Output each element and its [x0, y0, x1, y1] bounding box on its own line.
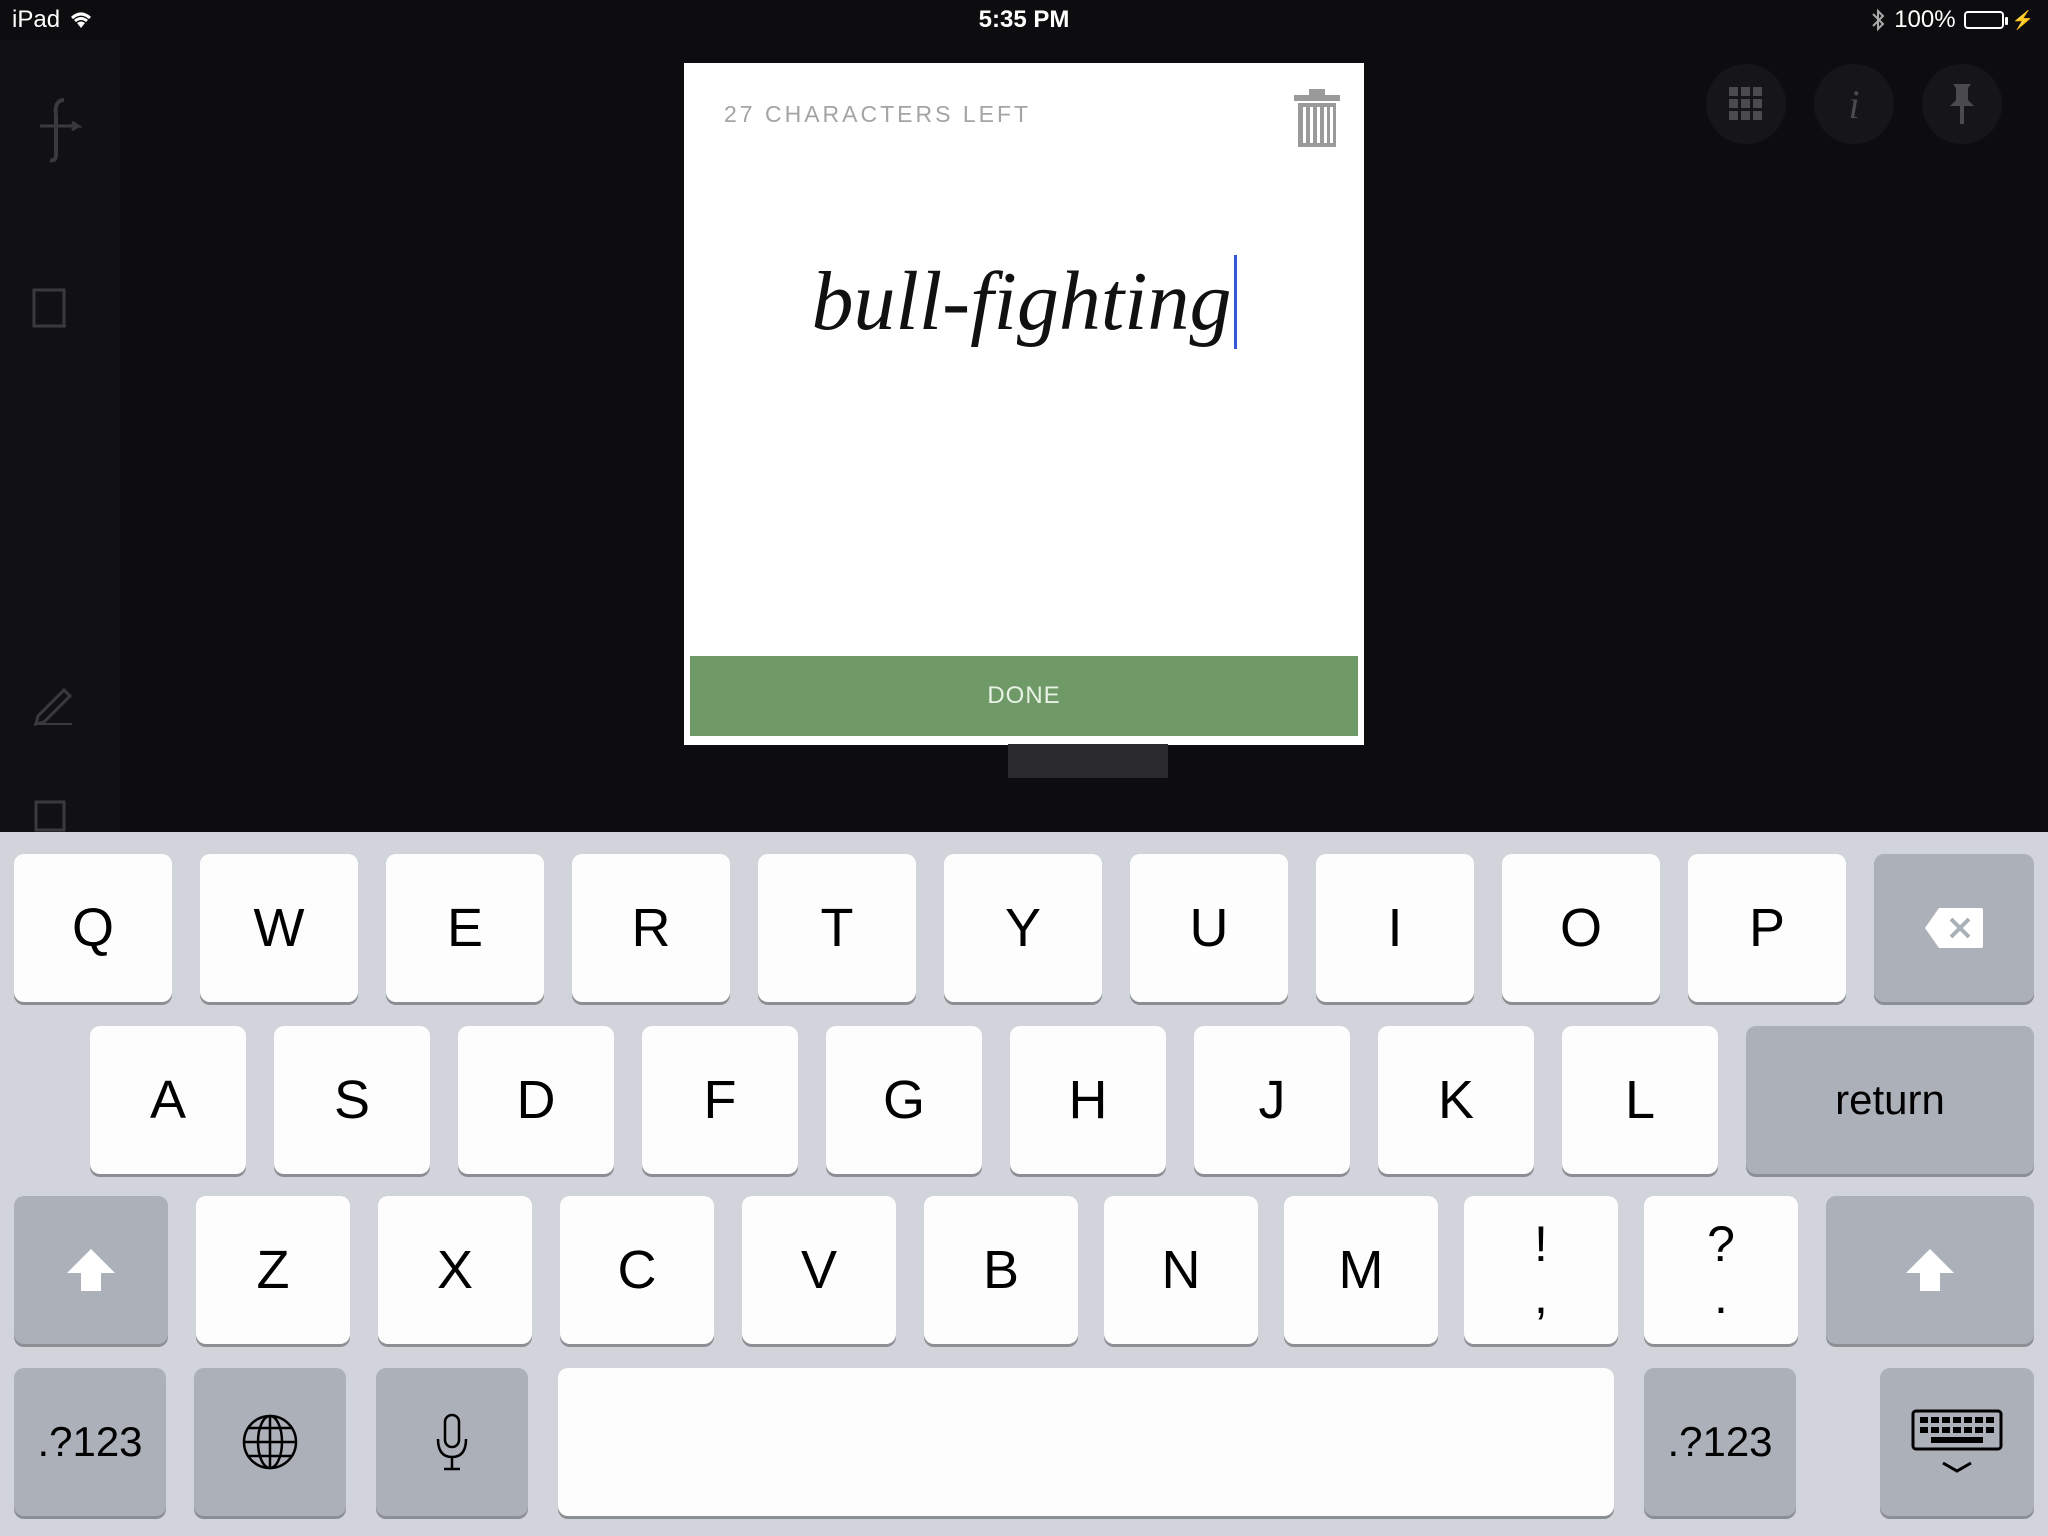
key-x[interactable]: X: [378, 1196, 532, 1344]
key-b[interactable]: B: [924, 1196, 1078, 1344]
numbers-key-left[interactable]: .?123: [14, 1368, 166, 1516]
key-s[interactable]: S: [274, 1026, 430, 1174]
microphone-key[interactable]: [376, 1368, 528, 1516]
key-o[interactable]: O: [1502, 854, 1660, 1002]
info-button[interactable]: i: [1814, 64, 1894, 144]
hide-keyboard-icon: [1911, 1407, 2003, 1477]
backspace-icon: [1923, 906, 1985, 950]
hide-keyboard-key[interactable]: [1880, 1368, 2034, 1516]
return-key[interactable]: return: [1746, 1026, 2034, 1174]
key-h[interactable]: H: [1010, 1026, 1166, 1174]
card-text-input[interactable]: bull-fighting: [684, 253, 1364, 350]
book-icon[interactable]: [30, 286, 90, 346]
key-question-period[interactable]: ? .: [1644, 1196, 1798, 1344]
done-button[interactable]: DONE: [690, 656, 1358, 736]
key-f[interactable]: F: [642, 1026, 798, 1174]
key-question-label: ?: [1707, 1216, 1735, 1272]
key-k[interactable]: K: [1378, 1026, 1534, 1174]
battery-percent: 100%: [1894, 6, 1956, 33]
card-tab: [1008, 744, 1168, 778]
backspace-key[interactable]: [1874, 854, 2034, 1002]
bluetooth-icon: [1870, 8, 1886, 32]
globe-icon: [241, 1413, 299, 1471]
battery-icon: [1963, 11, 2008, 29]
key-g[interactable]: G: [826, 1026, 982, 1174]
key-l[interactable]: L: [1562, 1026, 1718, 1174]
pin-button[interactable]: [1922, 64, 2002, 144]
info-icon: i: [1848, 81, 1860, 127]
pinned-cards-icon[interactable]: [30, 792, 90, 832]
key-exclaim-label: !: [1534, 1216, 1548, 1272]
key-period-label: .: [1714, 1268, 1728, 1324]
card-text: bull-fighting: [811, 255, 1232, 348]
pencil-icon[interactable]: [30, 680, 90, 740]
key-v[interactable]: V: [742, 1196, 896, 1344]
shift-key-left[interactable]: [14, 1196, 168, 1344]
key-i[interactable]: I: [1316, 854, 1474, 1002]
key-t[interactable]: T: [758, 854, 916, 1002]
charging-icon: ⚡: [2011, 9, 2034, 30]
flash-card: 27 CHARACTERS LEFT bull-fighting DONE: [684, 63, 1364, 745]
key-n[interactable]: N: [1104, 1196, 1258, 1344]
globe-key[interactable]: [194, 1368, 346, 1516]
shift-icon: [1904, 1247, 1956, 1293]
key-y[interactable]: Y: [944, 854, 1102, 1002]
key-m[interactable]: M: [1284, 1196, 1438, 1344]
key-comma-label: ,: [1534, 1268, 1548, 1324]
grid-button[interactable]: [1706, 64, 1786, 144]
key-a[interactable]: A: [90, 1026, 246, 1174]
shift-icon: [65, 1247, 117, 1293]
microphone-icon: [435, 1413, 469, 1471]
text-caret: [1233, 255, 1237, 349]
key-u[interactable]: U: [1130, 854, 1288, 1002]
key-w[interactable]: W: [200, 854, 358, 1002]
key-j[interactable]: J: [1194, 1026, 1350, 1174]
key-q[interactable]: Q: [14, 854, 172, 1002]
space-key[interactable]: [558, 1368, 1614, 1516]
shift-key-right[interactable]: [1826, 1196, 2034, 1344]
numbers-key-right[interactable]: .?123: [1644, 1368, 1796, 1516]
key-exclaim-comma[interactable]: ! ,: [1464, 1196, 1618, 1344]
clock: 5:35 PM: [978, 6, 1070, 33]
key-d[interactable]: D: [458, 1026, 614, 1174]
key-e[interactable]: E: [386, 854, 544, 1002]
key-z[interactable]: Z: [196, 1196, 350, 1344]
key-c[interactable]: C: [560, 1196, 714, 1344]
keyboard: Q W E R T Y U I O P A S D F G H J K L re…: [0, 832, 2048, 1536]
characters-left-label: 27 CHARACTERS LEFT: [724, 101, 1032, 127]
status-bar: iPad 5:35 PM 100% ⚡: [0, 0, 2048, 40]
trash-icon[interactable]: [1292, 87, 1342, 149]
key-p[interactable]: P: [1688, 854, 1846, 1002]
key-r[interactable]: R: [572, 854, 730, 1002]
pin-icon: [1947, 82, 1977, 126]
app-logo-icon[interactable]: [30, 96, 90, 163]
grid-icon: [1729, 87, 1763, 121]
